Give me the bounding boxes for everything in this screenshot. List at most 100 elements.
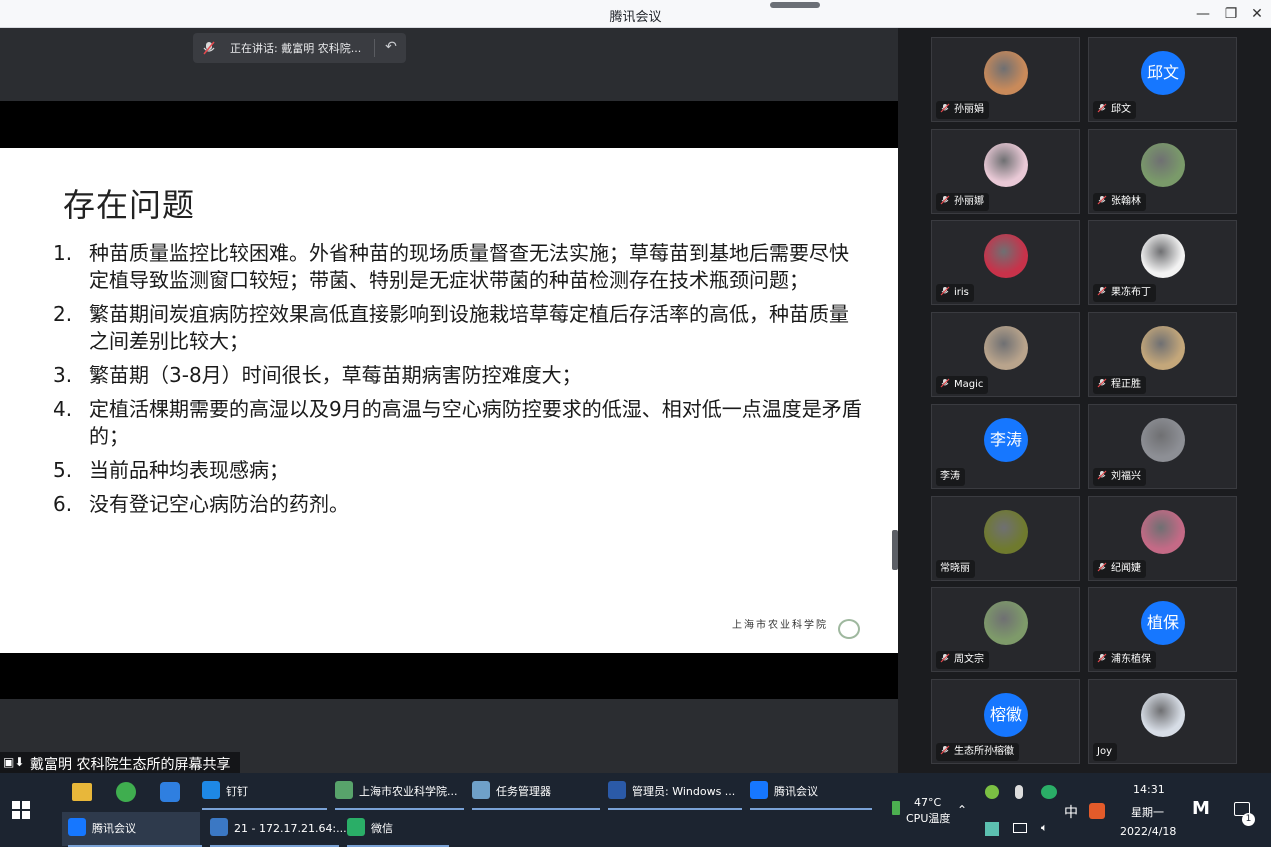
browser-icon[interactable] xyxy=(116,782,136,802)
app-icon[interactable] xyxy=(160,782,180,802)
letterbox-top xyxy=(0,101,898,148)
share-icon: ▣⬇ xyxy=(3,755,25,769)
participant-name-text: iris xyxy=(954,287,969,299)
participant-tile[interactable]: Magic xyxy=(931,312,1080,398)
participant-tile[interactable]: 周文宗 xyxy=(931,587,1080,673)
taskbar-window-button[interactable]: 任务管理器 xyxy=(472,776,551,808)
window-title: 腾讯会议 xyxy=(609,10,662,25)
network-icon[interactable] xyxy=(1013,823,1027,833)
taskbar-window-button[interactable]: 腾讯会议 xyxy=(68,813,136,845)
muted-mic-icon xyxy=(1097,286,1107,296)
participant-tile[interactable]: 刘福兴 xyxy=(1088,403,1237,489)
microphone-tray-icon[interactable] xyxy=(1015,785,1023,799)
muted-mic-icon xyxy=(1097,195,1107,205)
participant-tile[interactable]: 孙丽娜 xyxy=(931,128,1080,214)
input-method-icon[interactable] xyxy=(1089,803,1105,819)
participant-tile[interactable]: 植保 浦东植保 xyxy=(1088,587,1237,673)
participant-tile[interactable]: 果冻布丁 xyxy=(1088,220,1237,306)
item-text: 种苗质量监控比较困难。外省种苗的现场质量督查无法实施；草莓苗到基地后需要尽快定植… xyxy=(89,241,849,292)
participant-tile[interactable]: 张翰林 xyxy=(1088,128,1237,214)
muted-mic-icon xyxy=(1097,562,1107,571)
item-text: 繁苗期（3-8月）时间很长，草莓苗期病害防控难度大； xyxy=(89,363,582,387)
participant-avatar: 李涛 xyxy=(984,417,1028,462)
cpu-temperature: 47°C xyxy=(914,796,942,809)
muted-mic-icon xyxy=(940,195,950,205)
participant-tile[interactable]: 程正胜 xyxy=(1088,312,1237,398)
participant-name-text: 邱文 xyxy=(1111,104,1131,115)
taskbar-window-label: 任务管理器 xyxy=(496,785,551,798)
participant-name-text: 周文宗 xyxy=(954,654,984,666)
taskbar-window-label: 21 - 172.17.21.64:... xyxy=(234,822,347,835)
participant-name: 邱文 xyxy=(1093,101,1136,119)
participant-tile[interactable]: 纪闻婕 xyxy=(1088,495,1237,581)
participant-tile[interactable]: 孙丽娟 xyxy=(931,37,1080,122)
participant-tile[interactable]: Joy xyxy=(1088,678,1237,764)
close-button[interactable]: ✕ xyxy=(1244,4,1270,24)
windows-start-icon[interactable] xyxy=(12,801,30,819)
participant-tile[interactable]: 李涛 李涛 xyxy=(931,403,1080,489)
minimize-button[interactable]: — xyxy=(1190,4,1216,24)
list-item: 2. 繁苗期间炭疽病防控效果高低直接影响到设施栽培草莓定植后存活率的高低，种苗质量… xyxy=(53,301,863,355)
taskbar-window-button[interactable]: 腾讯会议 xyxy=(750,776,818,808)
app-icon xyxy=(68,818,86,836)
app-icon xyxy=(347,818,365,836)
taskbar-window-button[interactable]: 21 - 172.17.21.64:... xyxy=(210,813,347,845)
clock-time[interactable]: 14:31 xyxy=(1133,783,1165,796)
taskbar-window-button[interactable]: 微信 xyxy=(347,813,393,845)
wechat-tray-icon[interactable] xyxy=(1041,785,1057,799)
participant-name-text: 纪闻婕 xyxy=(1111,562,1141,574)
participant-avatar: 植保 xyxy=(1141,601,1185,646)
item-number: 1. xyxy=(53,241,73,265)
participants-panel: 孙丽娟 邱文 邱文 孙丽娜 张翰林 iris 果冻布丁 Magic 程正胜 李涛 李涛 刘福兴 常晓丽纪… xyxy=(898,28,1271,773)
participant-name-text: Joy xyxy=(1097,745,1112,757)
clock-date[interactable]: 2022/4/18 xyxy=(1120,825,1176,838)
participant-avatar xyxy=(984,51,1028,95)
taskbar-window-button[interactable]: 钉钉 xyxy=(202,776,248,808)
participant-name-text: 生态所孙榕徽 xyxy=(954,745,1014,757)
participant-tile[interactable]: 邱文 邱文 xyxy=(1088,37,1237,122)
back-icon[interactable]: ↶ xyxy=(381,37,401,57)
tray-app-icon[interactable] xyxy=(985,785,999,799)
participant-name-text: 张翰林 xyxy=(1111,195,1141,207)
item-text: 定植活棵期需要的高湿以及9月的高温与空心病防控要求的低湿、相对低一点温度是矛盾的… xyxy=(89,397,862,448)
participant-avatar xyxy=(984,509,1028,554)
taskbar-app-icon[interactable]: M xyxy=(1192,798,1210,819)
app-icon xyxy=(750,781,768,799)
item-number: 5. xyxy=(53,458,73,482)
participant-name: 孙丽娜 xyxy=(936,192,989,211)
institution-logo: 上海市农业科学院 xyxy=(732,620,828,631)
taskbar-window-label: 腾讯会议 xyxy=(774,785,818,798)
taskbar-window-label: 上海市农业科学院... xyxy=(359,785,458,798)
participant-name: 生态所孙榕徽 xyxy=(936,742,1019,761)
file-explorer-icon[interactable] xyxy=(72,783,92,801)
ime-indicator[interactable]: 中 xyxy=(1064,802,1078,822)
participant-name-text: 李涛 xyxy=(940,470,960,482)
speaking-indicator[interactable]: 正在讲话: 戴富明 农科院... ↶ xyxy=(193,33,406,63)
restore-button[interactable]: ❐ xyxy=(1218,4,1244,24)
list-item: 6. 没有登记空心病防治的药剂。 xyxy=(53,491,863,518)
clock-weekday[interactable]: 星期一 xyxy=(1131,804,1164,820)
taskbar-window-button[interactable]: 管理员: Windows ... xyxy=(608,776,735,808)
muted-mic-icon xyxy=(940,745,950,755)
participant-name-text: 程正胜 xyxy=(1111,379,1141,391)
participant-avatar xyxy=(1141,509,1185,554)
participant-name: 常晓丽 xyxy=(936,559,975,578)
volume-icon[interactable]: 🔈︎ xyxy=(1041,821,1048,835)
divider xyxy=(374,39,375,57)
muted-mic-icon xyxy=(940,653,950,663)
tray-expand-icon[interactable]: ⌃ xyxy=(957,803,967,817)
taskbar-window-button[interactable]: 上海市农业科学院... xyxy=(335,776,458,808)
slide-title: 存在问题 xyxy=(63,186,196,224)
item-number: 6. xyxy=(53,492,73,516)
screen-share-label: ▣⬇ 戴富明 农科院生态所的屏幕共享 xyxy=(0,752,240,773)
participant-tile[interactable]: 榕徽 生态所孙榕徽 xyxy=(931,678,1080,764)
participant-name: 果冻布丁 xyxy=(1093,284,1156,303)
participant-name: 周文宗 xyxy=(936,651,989,670)
participant-tile[interactable]: 常晓丽 xyxy=(931,495,1080,581)
participant-tile[interactable]: iris xyxy=(931,220,1080,306)
title-bar[interactable]: 腾讯会议 — ❐ ✕ xyxy=(0,0,1271,28)
tray-app2-icon[interactable] xyxy=(985,822,999,836)
muted-mic-icon xyxy=(940,286,950,296)
participant-avatar: 邱文 xyxy=(1141,51,1185,95)
app-icon xyxy=(202,781,220,799)
